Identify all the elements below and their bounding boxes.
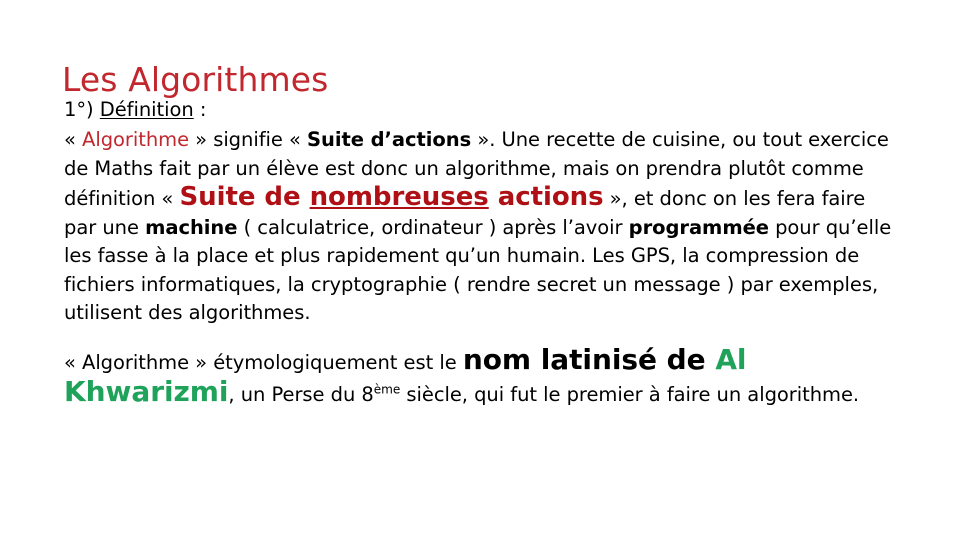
section-heading-label: Définition	[99, 98, 194, 121]
definition-term-algorithme: Algorithme	[82, 128, 190, 151]
slide: Les Algorithmes 1°) Définition : « Algor…	[0, 0, 960, 540]
page-title: Les Algorithmes	[62, 60, 329, 100]
definition-emphasis-nombreuses: nombreuses	[309, 182, 489, 212]
section-heading: 1°) Définition :	[64, 96, 892, 123]
definition-emphasis-suite-dactions: Suite d’actions	[307, 128, 472, 151]
etymology-body-text-2: siècle, qui fut le premier à faire un al…	[400, 382, 860, 406]
definition-signifie-text: » signifie «	[189, 128, 307, 151]
definition-emphasis-programmee: programmée	[628, 215, 769, 239]
definition-paragraph: « Algorithme » signifie « Suite d’action…	[64, 126, 892, 328]
definition-body-text-3: ( calculatrice, ordinateur ) après l’avo…	[237, 215, 629, 239]
slide-body: 1°) Définition : « Algorithme » signifie…	[64, 96, 892, 410]
definition-emphasis-space	[489, 182, 498, 212]
etymology-emphasis-nom-latinise: nom latinisé de	[462, 342, 716, 376]
definition-emphasis-machine: machine	[145, 215, 238, 239]
section-heading-colon: :	[193, 98, 207, 121]
etymology-intro-text: « Algorithme » étymologiquement est le	[64, 350, 463, 374]
definition-emphasis-suite-de: Suite de	[179, 182, 310, 212]
definition-quote-open: «	[64, 128, 83, 151]
section-number: 1°)	[64, 98, 100, 121]
definition-emphasis-actions: actions	[497, 182, 604, 212]
etymology-body-text-1: , un Perse du 8	[228, 382, 374, 406]
etymology-paragraph: « Algorithme » étymologiquement est le n…	[64, 342, 892, 410]
etymology-ordinal-suffix: ème	[373, 382, 401, 396]
